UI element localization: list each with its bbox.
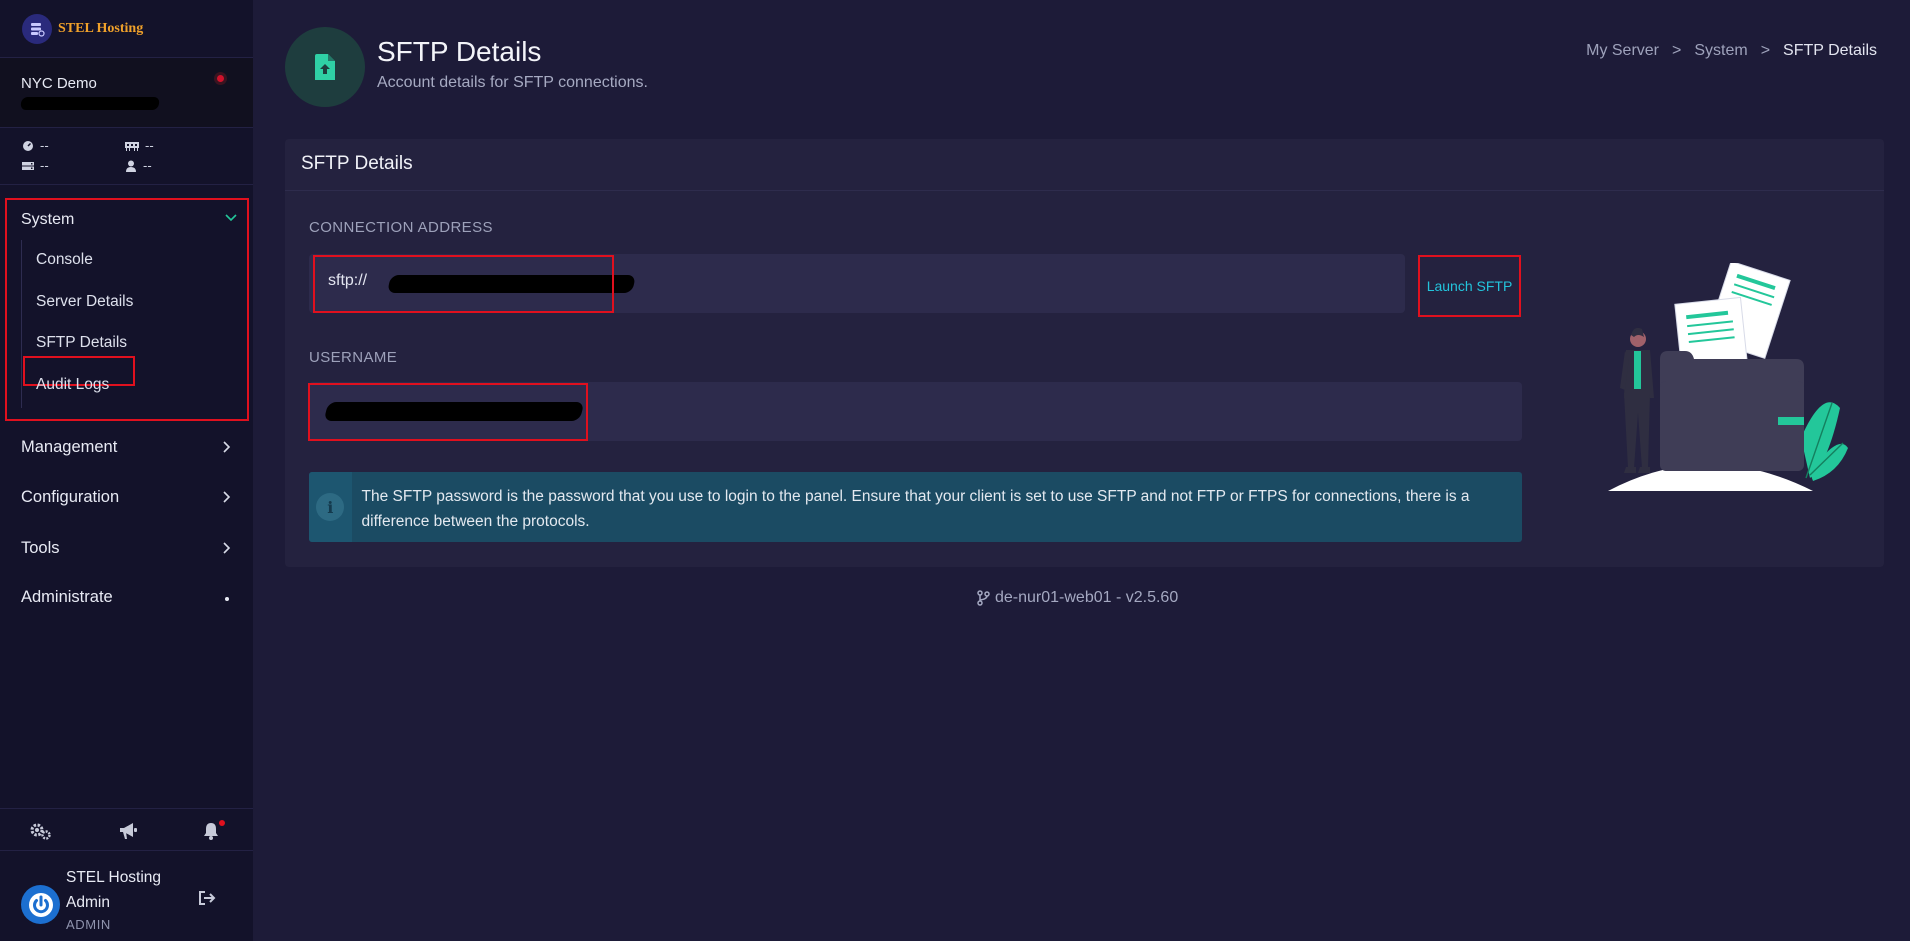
chevron-right-icon: [223, 441, 231, 453]
server-status-indicator: [214, 72, 227, 85]
breadcrumb-my-server[interactable]: My Server: [1586, 42, 1659, 60]
info-icon: i: [316, 493, 345, 521]
nav-item-label: Tools: [21, 539, 60, 557]
user-name: STEL Hosting Admin: [66, 869, 162, 911]
cpu-value: --: [40, 138, 49, 153]
megaphone-icon[interactable]: [118, 822, 138, 840]
nav-item-label: Configuration: [21, 488, 120, 506]
breadcrumb-current: SFTP Details: [1783, 42, 1877, 59]
server-stats: -- -- -- --: [0, 128, 253, 185]
sidebar-footer-actions: [0, 809, 253, 851]
nav-item-system-label: System: [21, 211, 75, 228]
players-value: --: [143, 158, 152, 173]
chevron-down-icon: [225, 214, 237, 222]
breadcrumb: My Server > System > SFTP Details: [1586, 42, 1877, 60]
connection-address-label: CONNECTION ADDRESS: [309, 219, 493, 236]
info-alert: i The SFTP password is the password that…: [309, 472, 1522, 542]
players-stat: --: [125, 158, 152, 173]
code-branch-icon: [977, 590, 990, 606]
brand-name: STEL Hosting: [58, 20, 144, 36]
chevron-right-icon: [223, 491, 231, 503]
power-icon: [28, 892, 53, 917]
username-label: USERNAME: [309, 349, 398, 366]
page-subtitle: Account details for SFTP connections.: [377, 74, 648, 91]
logout-icon[interactable]: [198, 891, 216, 905]
page-title: SFTP Details: [377, 36, 542, 67]
sidebar-item-console[interactable]: Console: [36, 251, 93, 269]
memory-icon: [125, 141, 139, 151]
disk-value: --: [40, 158, 49, 173]
nav-item-label: Management: [21, 438, 118, 456]
nav-item-system[interactable]: System: [7, 200, 247, 240]
server-address-redacted: [20, 97, 160, 110]
user-profile: STEL Hosting Admin ADMIN: [0, 851, 253, 941]
disk-stat: --: [22, 158, 49, 173]
system-menu-highlight: System Console Server Details SFTP Detai…: [5, 198, 249, 421]
cpu-stat: --: [22, 138, 49, 153]
nav-item-administrate[interactable]: Administrate: [21, 588, 231, 607]
notification-badge: [219, 820, 225, 826]
card-title: SFTP Details: [285, 139, 1884, 191]
sidebar-item-sftp-details[interactable]: SFTP Details: [36, 334, 127, 352]
user-icon: [126, 160, 136, 172]
folder-illustration: [1608, 263, 1848, 491]
nav-item-management[interactable]: Management: [21, 438, 231, 457]
user-role: ADMIN: [66, 917, 111, 932]
file-upload-icon: [315, 54, 335, 80]
brand[interactable]: STEL Hosting: [0, 0, 253, 58]
system-submenu: Console Server Details SFTP Details Audi…: [21, 240, 247, 408]
server-logo-icon: [22, 13, 52, 44]
memory-stat: --: [125, 138, 154, 153]
breadcrumb-system[interactable]: System: [1694, 42, 1747, 60]
bell-icon[interactable]: [203, 822, 219, 840]
sidebar-footer: STEL Hosting Admin ADMIN: [0, 808, 253, 941]
sidebar: STEL Hosting NYC Demo -- -- -- -- System: [0, 0, 253, 941]
sftp-details-card: SFTP Details CONNECTION ADDRESS sftp:// …: [285, 139, 1884, 567]
username-highlight: [308, 383, 588, 441]
page-icon: [285, 27, 365, 107]
breadcrumb-separator: >: [1672, 42, 1682, 59]
nav-item-label: Administrate: [21, 588, 113, 606]
breadcrumb-separator: >: [1760, 42, 1771, 59]
launch-sftp-button[interactable]: Launch SFTP: [1418, 255, 1521, 317]
memory-value: --: [145, 138, 154, 153]
server-selector[interactable]: NYC Demo: [0, 58, 253, 128]
alert-text: The SFTP password is the password that y…: [361, 488, 1470, 530]
dot-icon: [225, 597, 229, 601]
avatar[interactable]: [21, 885, 60, 924]
nav-item-configuration[interactable]: Configuration: [21, 488, 231, 507]
sidebar-item-audit-logs[interactable]: Audit Logs: [36, 376, 109, 394]
hdd-icon: [22, 161, 34, 170]
version-text: de-nur01-web01 - v2.5.60: [995, 589, 1179, 606]
sidebar-item-server-details[interactable]: Server Details: [36, 293, 133, 311]
alert-icon-column: i: [309, 472, 352, 542]
nav-item-tools[interactable]: Tools: [21, 539, 231, 558]
chevron-right-icon: [223, 542, 231, 554]
connection-address-highlight: [313, 255, 614, 313]
gears-icon[interactable]: [29, 822, 53, 840]
version-footer: de-nur01-web01 - v2.5.60: [977, 589, 1178, 607]
gauge-icon: [23, 140, 33, 151]
